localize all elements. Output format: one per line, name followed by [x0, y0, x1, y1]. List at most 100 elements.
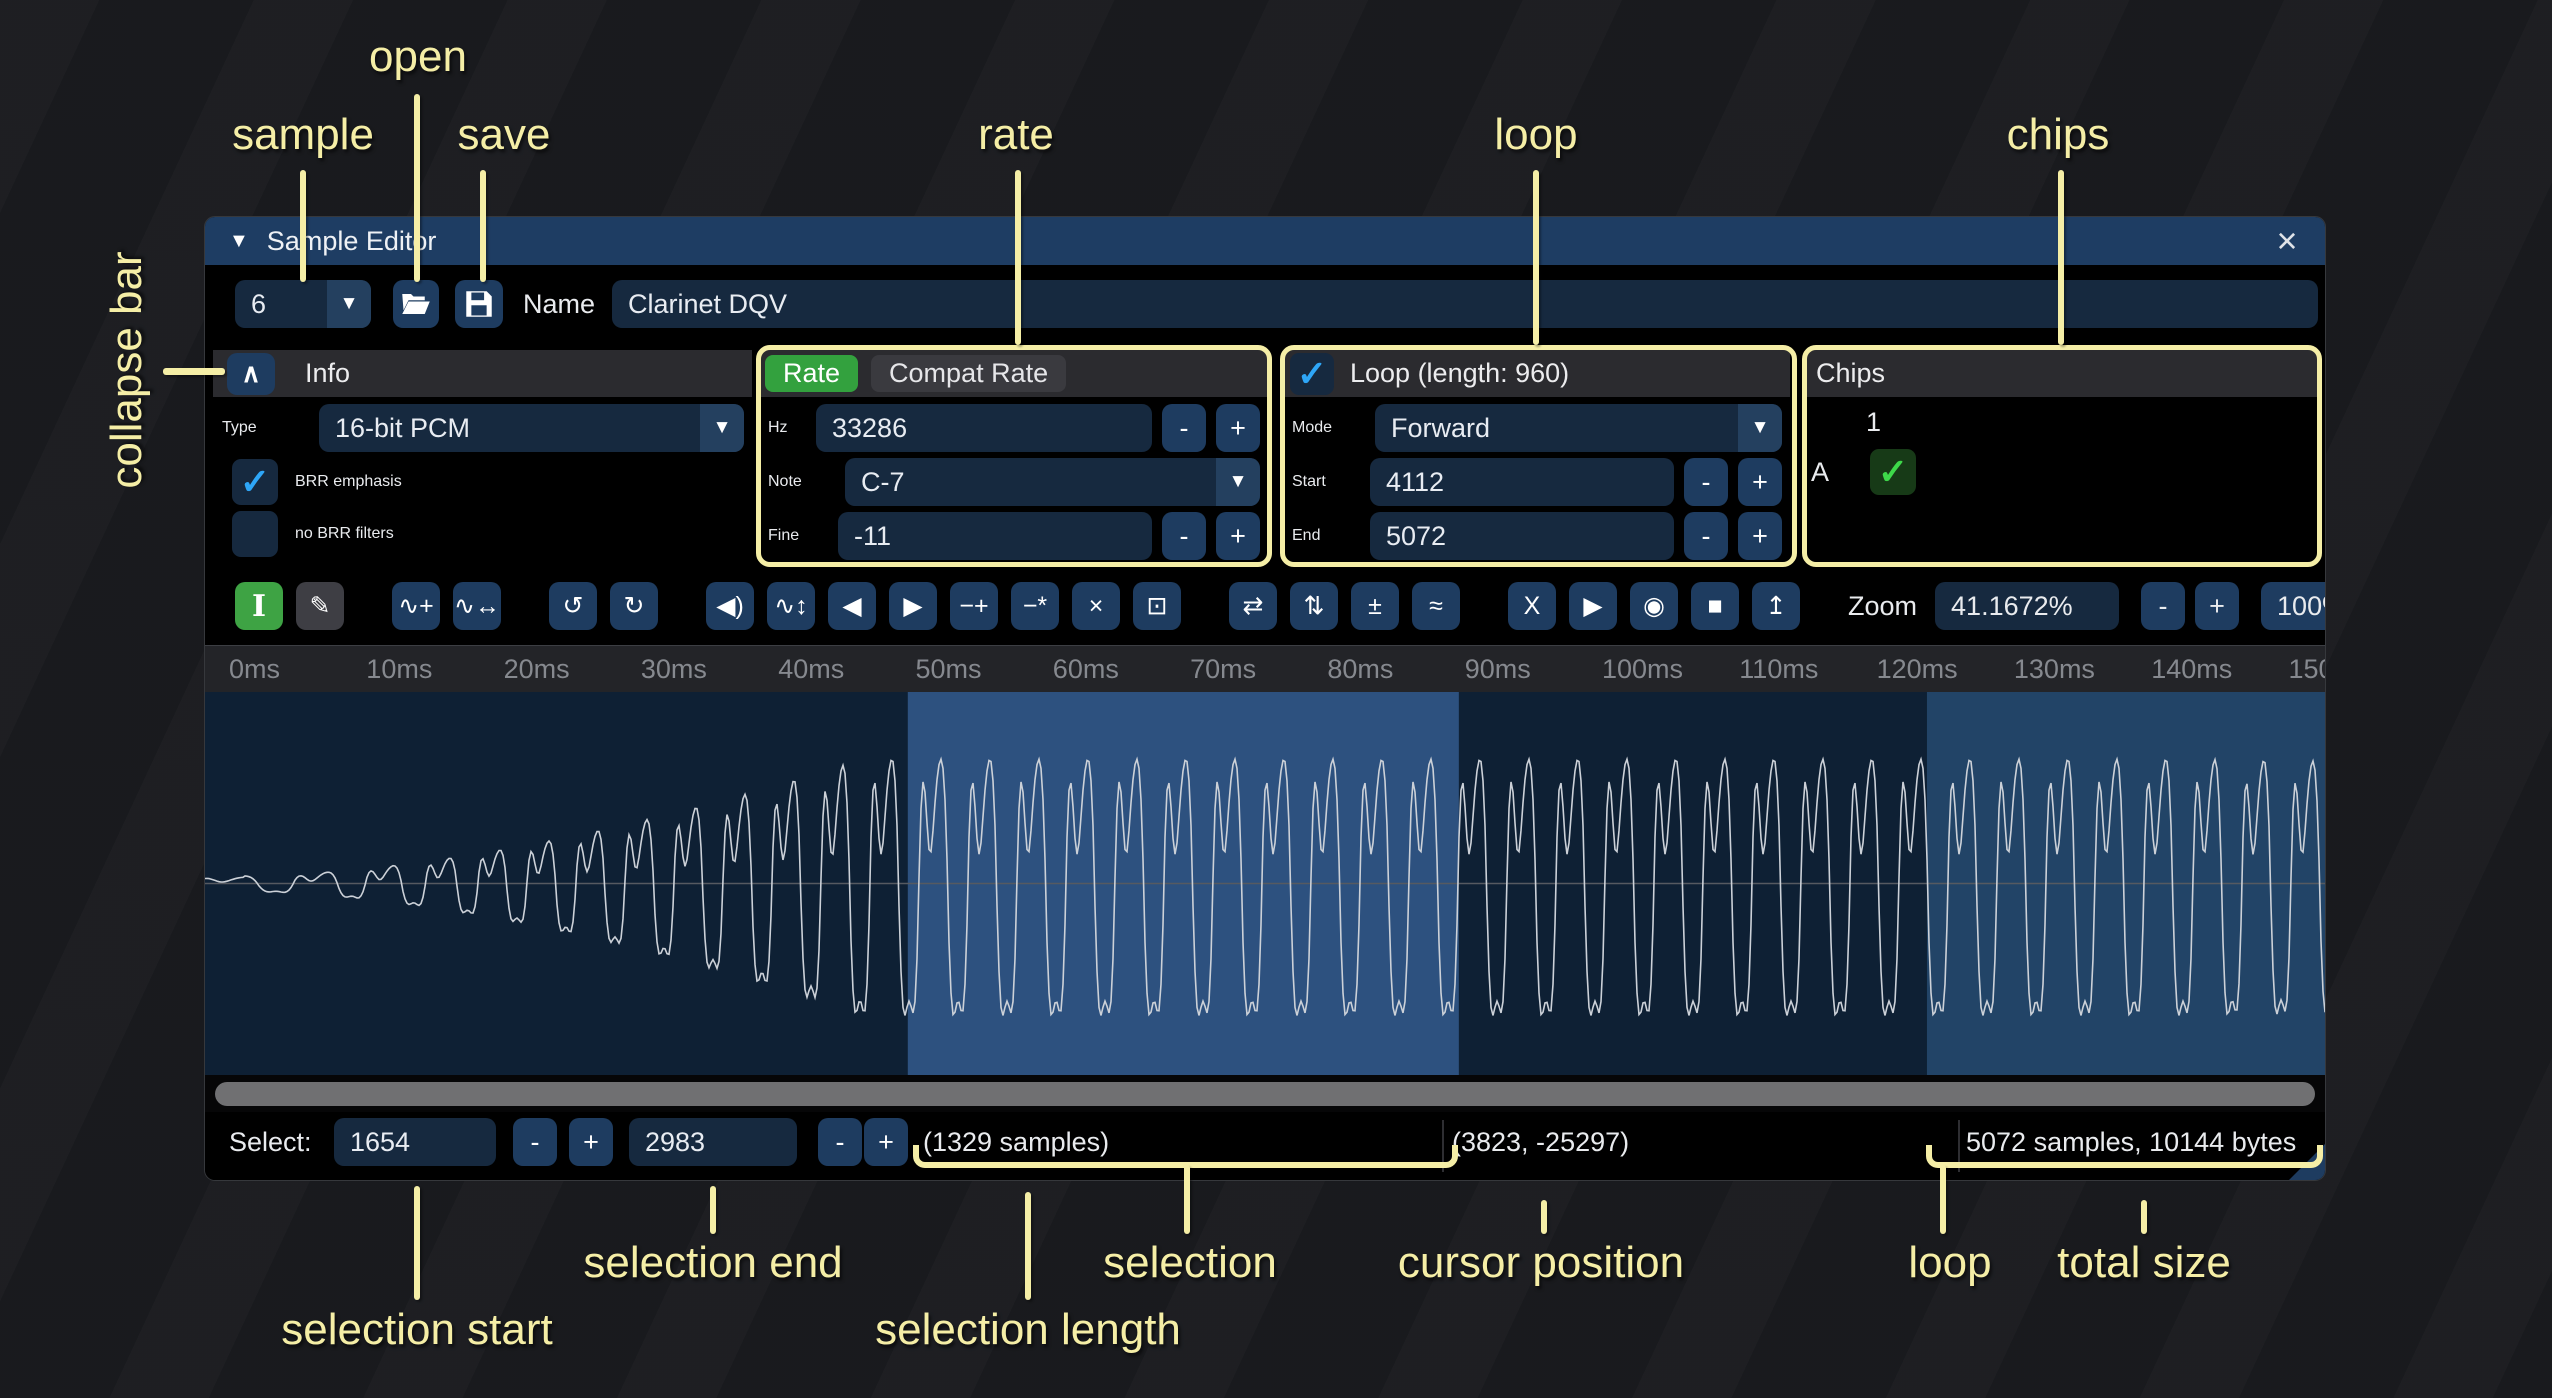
loop-enable-checkbox[interactable]: ✓: [1290, 353, 1334, 395]
trim-button[interactable]: ⊡: [1133, 582, 1181, 630]
annotation-line: [2141, 1200, 2147, 1234]
crossfade-loop-button[interactable]: X: [1508, 582, 1556, 630]
loop-start-label: Start: [1292, 473, 1370, 491]
fade-in-button[interactable]: ◀: [828, 582, 876, 630]
chevron-down-icon[interactable]: ▼: [327, 280, 371, 328]
selection-start-plus-button[interactable]: +: [569, 1118, 613, 1166]
resample-button[interactable]: ∿↔: [453, 582, 501, 630]
fine-input[interactable]: -11: [838, 512, 1152, 560]
preview-loop-icon: ◉: [1643, 591, 1665, 621]
scrollbar-thumb[interactable]: [215, 1082, 2315, 1106]
open-button[interactable]: [393, 280, 439, 328]
signed-unsigned-button[interactable]: ±: [1351, 582, 1399, 630]
save-button[interactable]: [455, 280, 503, 328]
preview-loop-button[interactable]: ◉: [1630, 582, 1678, 630]
selection-length-text: (1329 samples): [923, 1118, 1109, 1166]
chevron-down-icon[interactable]: ▼: [1216, 458, 1260, 506]
chip-a-checkbox[interactable]: ✓: [1870, 449, 1916, 495]
name-input[interactable]: Clarinet DQV: [612, 280, 2318, 328]
titlebar[interactable]: ▼ Sample Editor ×: [205, 217, 2325, 265]
zoom-reset-button[interactable]: 100%: [2261, 582, 2325, 630]
delete-button[interactable]: ×: [1072, 582, 1120, 630]
toolbar-group: ∿+ ∿↔: [392, 582, 501, 630]
fade-out-button[interactable]: ▶: [889, 582, 937, 630]
waveform-scrollbar[interactable]: [205, 1075, 2325, 1112]
collapse-bar-button[interactable]: ∧: [227, 353, 275, 395]
sample-select-combo[interactable]: 6 ▼: [235, 280, 371, 328]
loop-mode-dropdown[interactable]: Forward ▼: [1375, 404, 1782, 452]
resize-button[interactable]: ∿+: [392, 582, 440, 630]
stop-icon: ■: [1707, 592, 1722, 621]
preview-button[interactable]: ▶: [1569, 582, 1617, 630]
edit-select-icon: I: [252, 589, 266, 624]
chevron-down-icon[interactable]: ▼: [700, 404, 744, 452]
loop-end-plus-button[interactable]: +: [1738, 512, 1782, 560]
zoom-out-button[interactable]: -: [2141, 582, 2185, 630]
crossfade-loop-icon: X: [1524, 592, 1541, 621]
annotation-sample: sample: [232, 110, 374, 160]
loop-start-input[interactable]: 4112: [1370, 458, 1674, 506]
selection-end-input[interactable]: 2983: [629, 1118, 797, 1166]
resize-icon: ∿+: [398, 591, 434, 621]
tab-rate[interactable]: Rate: [765, 355, 858, 392]
apply-silence-icon: −*: [1023, 592, 1047, 621]
undo-button[interactable]: ↺: [549, 582, 597, 630]
collapse-window-icon[interactable]: ▼: [229, 230, 249, 253]
brr-emphasis-checkbox[interactable]: ✓: [232, 459, 278, 505]
loop-end-input[interactable]: 5072: [1370, 512, 1674, 560]
loop-start-plus-button[interactable]: +: [1738, 458, 1782, 506]
redo-button[interactable]: ↻: [610, 582, 658, 630]
total-size-text: 5072 samples, 10144 bytes: [1966, 1118, 2296, 1166]
no-brr-filters-checkbox[interactable]: ✓: [232, 511, 278, 557]
waveform-view[interactable]: [205, 692, 2325, 1075]
hz-minus-button[interactable]: -: [1162, 404, 1206, 452]
selection-end-minus-button[interactable]: -: [818, 1118, 862, 1166]
resize-grip[interactable]: [2289, 1144, 2325, 1180]
no-brr-filters-label: no BRR filters: [295, 525, 394, 543]
resample-icon: ∿↔: [454, 591, 500, 621]
annotation-open: open: [369, 32, 467, 82]
amplify-button[interactable]: ◀): [706, 582, 754, 630]
note-value: C-7: [845, 467, 1216, 498]
selection-end-plus-button[interactable]: +: [864, 1118, 908, 1166]
select-label: Select:: [229, 1118, 312, 1166]
stop-button[interactable]: ■: [1691, 582, 1739, 630]
normalize-button[interactable]: ∿↕: [767, 582, 815, 630]
fine-minus-button[interactable]: -: [1162, 512, 1206, 560]
loop-start-minus-button[interactable]: -: [1684, 458, 1728, 506]
annotation-selection: selection: [1103, 1238, 1277, 1288]
type-dropdown[interactable]: 16-bit PCM ▼: [319, 404, 744, 452]
insert-silence-button[interactable]: −+: [950, 582, 998, 630]
note-dropdown[interactable]: C-7 ▼: [845, 458, 1260, 506]
loop-start-value: 4112: [1386, 467, 1444, 498]
edit-draw-button[interactable]: ✎: [296, 582, 344, 630]
hz-plus-button[interactable]: +: [1216, 404, 1260, 452]
chevron-down-icon[interactable]: ▼: [1738, 404, 1782, 452]
hz-value: 33286: [832, 413, 907, 444]
loop-section: ✓ Loop (length: 960) Mode Forward ▼ Star…: [1284, 350, 1790, 567]
selection-start-input[interactable]: 1654: [334, 1118, 496, 1166]
type-value: 16-bit PCM: [319, 413, 700, 444]
loop-end-value: 5072: [1386, 521, 1446, 552]
zoom-in-button[interactable]: +: [2195, 582, 2239, 630]
insert-silence-icon: −+: [959, 592, 988, 621]
selection-start-minus-button[interactable]: -: [513, 1118, 557, 1166]
timeline-ruler[interactable]: 0ms10ms20ms30ms40ms50ms60ms70ms80ms90ms1…: [205, 645, 2325, 692]
apply-silence-button[interactable]: −*: [1011, 582, 1059, 630]
invert-button[interactable]: ⇅: [1290, 582, 1338, 630]
apply-filter-button[interactable]: ≈: [1412, 582, 1460, 630]
edit-select-button[interactable]: I: [235, 582, 283, 630]
loop-end-minus-button[interactable]: -: [1684, 512, 1728, 560]
annotation-selection-end: selection end: [583, 1238, 842, 1288]
tab-compat-rate[interactable]: Compat Rate: [871, 355, 1066, 392]
fine-plus-button[interactable]: +: [1216, 512, 1260, 560]
zoom-input[interactable]: 41.1672%: [1935, 582, 2119, 630]
reverse-button[interactable]: ⇄: [1229, 582, 1277, 630]
wavetable-upload-button[interactable]: ↥: [1752, 582, 1800, 630]
close-icon[interactable]: ×: [2267, 217, 2307, 265]
hz-input[interactable]: 33286: [816, 404, 1152, 452]
folder-open-icon: [401, 291, 431, 317]
timeline-label: 150ms: [2289, 646, 2326, 692]
amplify-icon: ◀): [716, 591, 744, 621]
chips-row-label: A: [1811, 448, 1829, 496]
